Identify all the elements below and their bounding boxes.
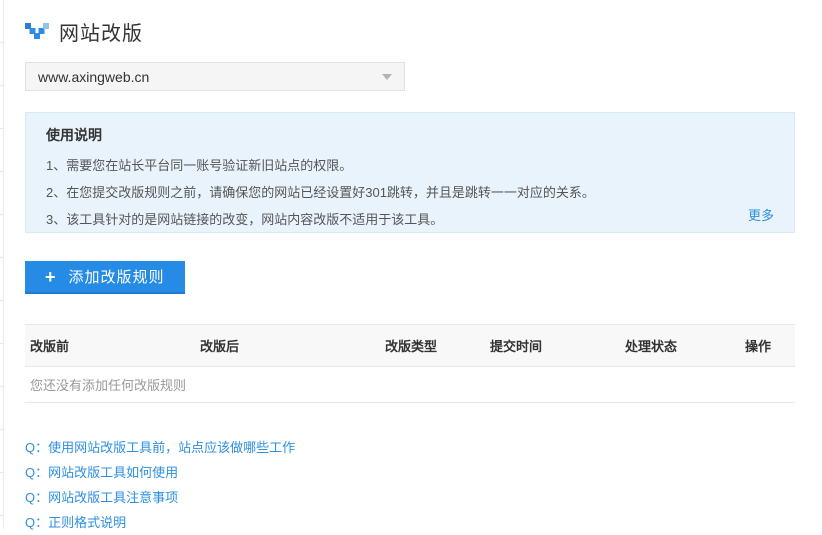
faq-link-preparation[interactable]: Q：使用网站改版工具前，站点应该做哪些工作 — [25, 435, 295, 460]
site-selector-dropdown[interactable]: www.axingweb.cn — [25, 62, 405, 91]
empty-state-row: 您还没有添加任何改版规则 — [25, 367, 795, 403]
col-header-after: 改版后 — [195, 325, 380, 367]
add-rule-label: 添加改版规则 — [69, 266, 165, 287]
site-selector-value: www.axingweb.cn — [38, 69, 149, 85]
table-header-row: 改版前 改版后 改版类型 提交时间 处理状态 操作 — [25, 325, 795, 367]
col-header-actions: 操作 — [740, 325, 795, 367]
page-title: 网站改版 — [59, 17, 143, 46]
plus-icon: + — [45, 268, 57, 286]
col-header-type: 改版类型 — [380, 325, 485, 367]
usage-notice-box: 使用说明 1、需要您在站长平台同一账号验证新旧站点的权限。 2、在您提交改版规则… — [25, 112, 795, 233]
faq-link-notes[interactable]: Q：网站改版工具注意事项 — [25, 485, 178, 510]
page-header: 网站改版 — [25, 0, 795, 42]
notice-item: 2、在您提交改版规则之前，请确保您的网站已经设置好301跳转，并且是跳转一一对应… — [46, 179, 774, 206]
faq-section: Q：使用网站改版工具前，站点应该做哪些工作 Q：网站改版工具如何使用 Q：网站改… — [25, 435, 795, 535]
notice-item: 1、需要您在站长平台同一账号验证新旧站点的权限。 — [46, 152, 774, 179]
site-revision-icon — [25, 23, 49, 40]
col-header-before: 改版前 — [25, 325, 195, 367]
col-header-status: 处理状态 — [620, 325, 740, 367]
main-content: 网站改版 www.axingweb.cn 使用说明 1、需要您在站长平台同一账号… — [25, 0, 795, 535]
sidebar-edge — [0, 0, 4, 529]
notice-title: 使用说明 — [46, 125, 774, 145]
more-link[interactable]: 更多 — [748, 205, 774, 224]
add-revision-rule-button[interactable]: + 添加改版规则 — [25, 261, 185, 294]
col-header-submit-time: 提交时间 — [485, 325, 620, 367]
notice-item: 3、该工具针对的是网站链接的改变，网站内容改版不适用于该工具。 — [46, 206, 774, 233]
empty-state-text: 您还没有添加任何改版规则 — [25, 367, 795, 403]
faq-link-how-to-use[interactable]: Q：网站改版工具如何使用 — [25, 460, 178, 485]
faq-link-regex-format[interactable]: Q：正则格式说明 — [25, 510, 126, 535]
chevron-down-icon — [382, 74, 392, 80]
revision-rules-table: 改版前 改版后 改版类型 提交时间 处理状态 操作 您还没有添加任何改版规则 — [25, 324, 795, 403]
